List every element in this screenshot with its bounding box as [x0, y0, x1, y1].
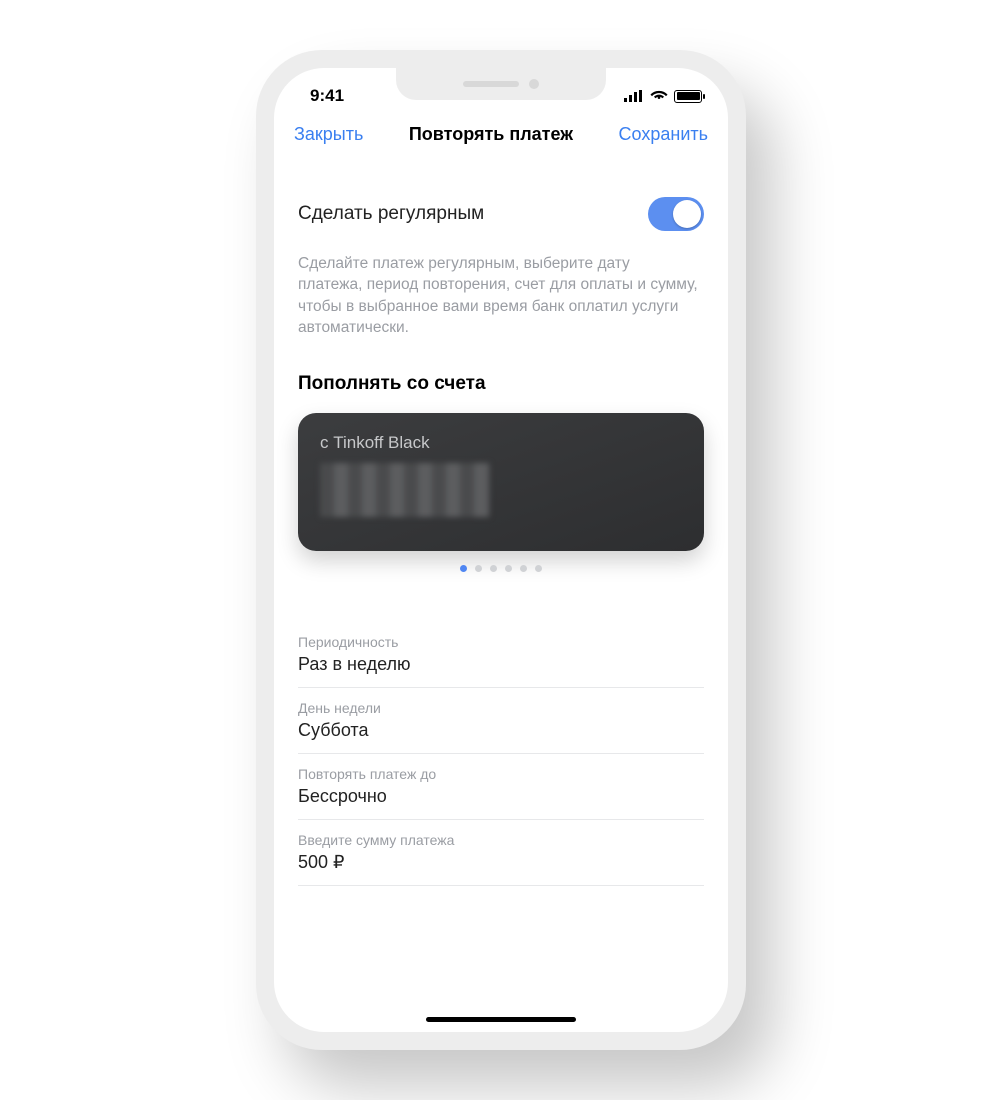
pager-dot — [460, 565, 467, 572]
cellular-signal-icon — [624, 90, 644, 102]
pager-dot — [505, 565, 512, 572]
regular-description: Сделайте платеж регулярным, выберите дат… — [298, 253, 698, 339]
make-regular-toggle[interactable] — [648, 197, 704, 231]
account-card[interactable]: с Tinkoff Black — [298, 413, 704, 551]
status-time: 9:41 — [310, 86, 344, 106]
weekday-field[interactable]: День недели Суббота — [298, 688, 704, 754]
make-regular-label: Сделать регулярным — [298, 203, 484, 225]
screen: 9:41 Закрыть Повторять платеж Сохранить … — [274, 68, 728, 1032]
home-indicator[interactable] — [426, 1017, 576, 1022]
field-label: Введите сумму платежа — [298, 832, 704, 848]
field-value: Раз в неделю — [298, 654, 704, 675]
wifi-icon — [650, 86, 668, 106]
field-value: Суббота — [298, 720, 704, 741]
page-title: Повторять платеж — [409, 124, 573, 145]
frequency-field[interactable]: Периодичность Раз в неделю — [298, 622, 704, 688]
field-label: Периодичность — [298, 634, 704, 650]
card-pager-dots[interactable] — [298, 565, 704, 572]
pager-dot — [475, 565, 482, 572]
repeat-until-field[interactable]: Повторять платеж до Бессрочно — [298, 754, 704, 820]
make-regular-row: Сделать регулярным — [298, 197, 704, 231]
pager-dot — [535, 565, 542, 572]
device-notch — [396, 68, 606, 100]
amount-field[interactable]: Введите сумму платежа 500 ₽ — [298, 820, 704, 886]
account-card-title: с Tinkoff Black — [320, 433, 682, 453]
field-label: Повторять платеж до — [298, 766, 704, 782]
nav-bar: Закрыть Повторять платеж Сохранить — [274, 116, 728, 155]
pager-dot — [520, 565, 527, 572]
account-section-title: Пополнять со счета — [298, 373, 704, 395]
save-button[interactable]: Сохранить — [619, 124, 708, 145]
pager-dot — [490, 565, 497, 572]
phone-device-frame: 9:41 Закрыть Повторять платеж Сохранить … — [256, 50, 746, 1050]
field-value: Бессрочно — [298, 786, 704, 807]
payment-settings-list: Периодичность Раз в неделю День недели С… — [298, 622, 704, 886]
close-button[interactable]: Закрыть — [294, 124, 363, 145]
field-value: 500 ₽ — [298, 852, 704, 873]
account-card-balance-redacted — [320, 463, 490, 517]
field-label: День недели — [298, 700, 704, 716]
battery-icon — [674, 90, 702, 103]
